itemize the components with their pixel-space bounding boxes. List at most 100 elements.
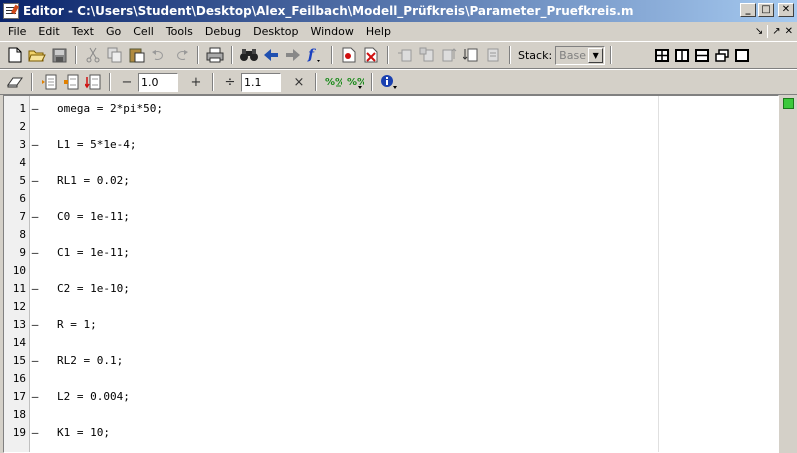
close-button[interactable]: ✕ [778, 3, 794, 17]
code-line[interactable]: 19– K1 = 10; [4, 423, 654, 441]
breakpoint-marker[interactable]: – [30, 390, 40, 403]
title-bar[interactable]: Editor - C:\Users\Student\Desktop\Alex_F… [0, 0, 797, 22]
open-folder-icon[interactable] [27, 45, 47, 65]
code-line[interactable]: 3– L1 = 5*1e-4; [4, 135, 654, 153]
comment-percent-icon[interactable]: %% [323, 72, 343, 92]
code-text[interactable]: K1 = 10; [57, 426, 110, 439]
layout-columns-icon[interactable] [675, 48, 690, 62]
code-line[interactable]: 18 [4, 405, 654, 423]
code-line[interactable]: 8 [4, 225, 654, 243]
evaluate-advance-icon[interactable] [83, 72, 103, 92]
menu-go[interactable]: Go [100, 22, 127, 41]
code-text[interactable]: C1 = 1e-11; [57, 246, 130, 259]
insert-cell-divider-icon[interactable] [39, 72, 59, 92]
code-text[interactable]: RL1 = 0.02; [57, 174, 130, 187]
code-text[interactable]: omega = 2*pi*50; [57, 102, 163, 115]
code-line[interactable]: 7– C0 = 1e-11; [4, 207, 654, 225]
dropdown-arrow-icon[interactable]: ▼ [588, 47, 604, 63]
code-line[interactable]: 1– omega = 2*pi*50; [4, 99, 654, 117]
go-forward-icon[interactable] [283, 45, 303, 65]
evaluate-cell-icon[interactable] [61, 72, 81, 92]
save-icon[interactable] [49, 45, 69, 65]
menu-desktop[interactable]: Desktop [247, 22, 304, 41]
stack-dropdown[interactable]: Base ▼ [555, 45, 606, 65]
minimize-button[interactable]: _ [740, 3, 756, 17]
code-line[interactable]: 13– R = 1; [4, 315, 654, 333]
layout-rows-icon[interactable] [695, 48, 710, 62]
menu-tools[interactable]: Tools [160, 22, 199, 41]
code-line[interactable]: 5– RL1 = 0.02; [4, 171, 654, 189]
layout-float-icon[interactable] [715, 48, 729, 62]
code-line[interactable]: 11– C2 = 1e-10; [4, 279, 654, 297]
go-back-icon[interactable] [261, 45, 281, 65]
find-binoculars-icon[interactable] [239, 45, 259, 65]
decrement-button[interactable]: − [117, 72, 137, 92]
code-editor[interactable]: 1– omega = 2*pi*50; 2 3– L1 = 5*1e-4; 4 5– RL1 … [3, 95, 779, 453]
breakpoint-marker[interactable]: – [30, 210, 40, 223]
code-line[interactable]: 4 [4, 153, 654, 171]
step-out-icon[interactable] [439, 45, 459, 65]
menu-help[interactable]: Help [360, 22, 397, 41]
menu-text[interactable]: Text [66, 22, 100, 41]
function-icon[interactable]: f [305, 45, 325, 65]
paste-icon[interactable] [127, 45, 147, 65]
editor-app-icon[interactable] [3, 3, 19, 19]
divide-button[interactable]: ÷ [220, 72, 240, 92]
redo-icon[interactable] [171, 45, 191, 65]
layout-maximize-icon[interactable] [735, 48, 750, 62]
breakpoint-marker[interactable]: – [30, 318, 40, 331]
menu-window[interactable]: Window [304, 22, 359, 41]
breakpoint-marker[interactable]: – [30, 174, 40, 187]
code-text[interactable]: L1 = 5*1e-4; [57, 138, 136, 151]
undo-icon[interactable] [149, 45, 169, 65]
code-analyzer-status-indicator[interactable] [783, 98, 794, 109]
dock-arrow-icon[interactable]: ↗ [772, 26, 780, 37]
multiply-value-field[interactable]: 1.1 [241, 72, 281, 92]
code-line[interactable]: 2 [4, 117, 654, 135]
cut-icon[interactable] [83, 45, 103, 65]
layout-grid-icon[interactable] [655, 48, 670, 62]
breakpoint-marker[interactable]: – [30, 354, 40, 367]
code-text[interactable]: L2 = 0.004; [57, 390, 130, 403]
breakpoint-marker[interactable]: – [30, 246, 40, 259]
code-line[interactable]: 15– RL2 = 0.1; [4, 351, 654, 369]
code-text[interactable]: C2 = 1e-10; [57, 282, 130, 295]
increment-button[interactable]: + [186, 72, 206, 92]
close-doc-icon[interactable]: ✕ [785, 26, 793, 37]
code-text[interactable]: R = 1; [57, 318, 97, 331]
continue-icon[interactable] [461, 45, 481, 65]
code-line[interactable]: 9– C1 = 1e-11; [4, 243, 654, 261]
copy-icon[interactable] [105, 45, 125, 65]
code-text[interactable]: RL2 = 0.1; [57, 354, 123, 367]
increment-value-field[interactable]: 1.0 [138, 72, 178, 92]
multiply-button[interactable]: × [289, 72, 309, 92]
undock-arrow-icon[interactable]: ↘ [755, 26, 763, 37]
code-text[interactable]: C0 = 1e-11; [57, 210, 130, 223]
menu-debug[interactable]: Debug [199, 22, 247, 41]
code-line[interactable]: 12 [4, 297, 654, 315]
code-line[interactable]: 10 [4, 261, 654, 279]
code-line[interactable]: 17– L2 = 0.004; [4, 387, 654, 405]
code-line[interactable]: 16 [4, 369, 654, 387]
set-breakpoint-icon[interactable] [339, 45, 359, 65]
step-in-icon[interactable] [417, 45, 437, 65]
uncomment-percent-icon[interactable]: %% [345, 72, 365, 92]
menu-edit[interactable]: Edit [32, 22, 65, 41]
breakpoint-marker[interactable]: – [30, 102, 40, 115]
menu-bar: File Edit Text Go Cell Tools Debug Deskt… [0, 22, 797, 41]
code-line[interactable]: 6 [4, 189, 654, 207]
eraser-icon[interactable] [5, 72, 25, 92]
menu-file[interactable]: File [2, 22, 32, 41]
breakpoint-marker[interactable]: – [30, 426, 40, 439]
print-icon[interactable] [205, 45, 225, 65]
exit-debug-icon[interactable] [483, 45, 503, 65]
breakpoint-marker[interactable]: – [30, 282, 40, 295]
breakpoint-marker[interactable]: – [30, 138, 40, 151]
clear-breakpoints-icon[interactable] [361, 45, 381, 65]
menu-cell[interactable]: Cell [127, 22, 160, 41]
info-icon[interactable] [379, 72, 399, 92]
maximize-button[interactable]: □ [758, 3, 774, 17]
new-file-icon[interactable] [5, 45, 25, 65]
step-icon[interactable] [395, 45, 415, 65]
code-line[interactable]: 14 [4, 333, 654, 351]
